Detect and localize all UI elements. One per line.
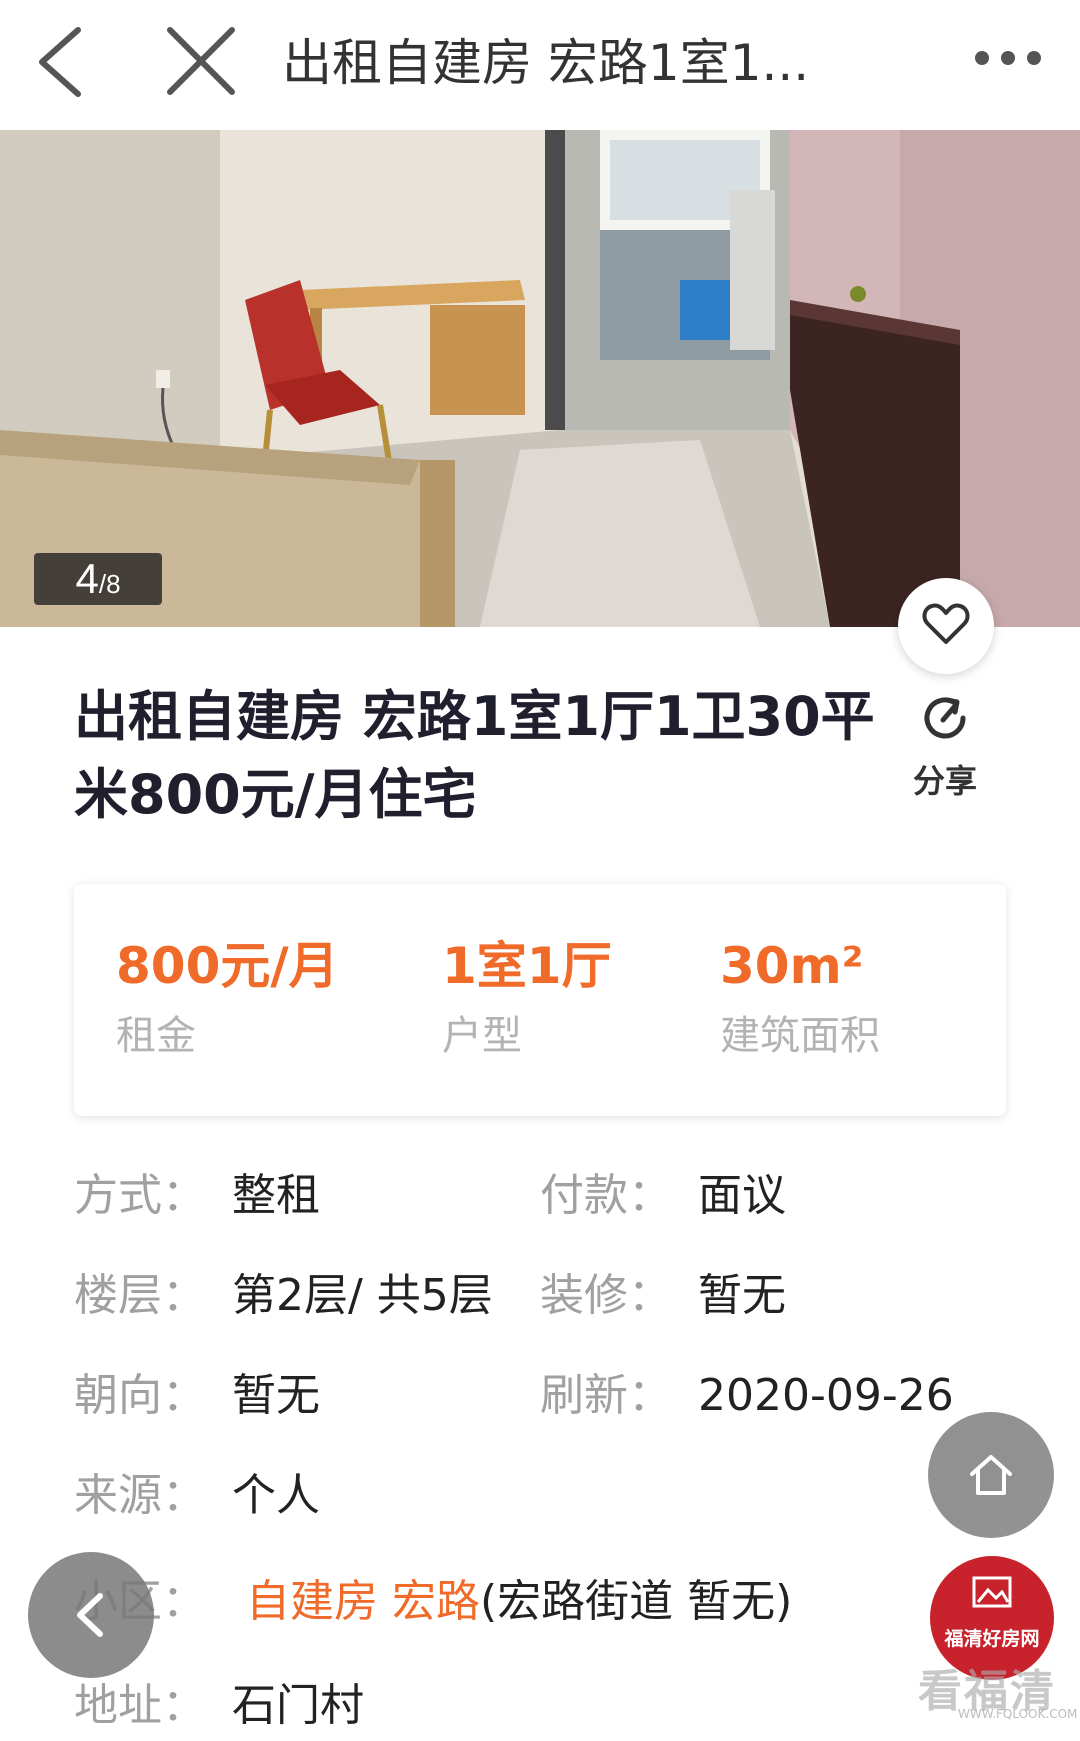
close-icon[interactable] [160, 22, 240, 102]
detail-floor: 楼层： 第2层/ 共5层 [74, 1266, 493, 1326]
stat-area-label: 建筑面积 [720, 1013, 880, 1059]
stat-layout: 1室1厅 户型 [442, 936, 612, 1064]
page-title: 出租自建房 宏路1室1... [282, 34, 810, 92]
detail-address-key: 地址： [74, 1680, 206, 1731]
heart-icon [922, 603, 970, 644]
detail-decoration-value: 暂无 [698, 1270, 786, 1321]
detail-address: 地址： 石门村 [74, 1676, 364, 1736]
share-icon [924, 697, 966, 739]
watermark-url: WWW.FQLOOK.COM [958, 1707, 1078, 1721]
detail-floor-value: 第2层/ 共5层 [232, 1270, 493, 1321]
detail-floor-key: 楼层： [74, 1270, 206, 1321]
share-button[interactable]: 分享 [900, 690, 990, 800]
picture-icon [972, 1576, 1012, 1608]
watermark-seal-text: 福清好房网 [944, 1628, 1040, 1650]
detail-orientation: 朝向： 暂无 [74, 1366, 320, 1426]
detail-refresh-value: 2020-09-26 [698, 1370, 954, 1421]
photo-counter-total: 8 [106, 569, 121, 599]
stat-rent: 800元/月 租金 [116, 936, 339, 1064]
detail-orientation-value: 暂无 [232, 1370, 320, 1421]
detail-payment-key: 付款： [540, 1170, 672, 1221]
detail-source-key: 来源： [74, 1470, 206, 1521]
favorite-button[interactable] [898, 578, 994, 674]
stat-rent-value: 800元/月 [116, 937, 339, 995]
photo-counter-current: 4 [75, 555, 99, 602]
chevron-left-icon [77, 1593, 103, 1637]
detail-refresh: 刷新： 2020-09-26 [540, 1366, 954, 1426]
detail-decoration-key: 装修： [540, 1270, 672, 1321]
stat-area-value: 30m² [720, 937, 864, 995]
room-photo-illustration [0, 130, 1080, 627]
photo-counter-separator: / [98, 569, 107, 599]
more-dots-icon[interactable] [970, 30, 1050, 90]
home-icon [970, 1455, 1012, 1495]
detail-mode-value: 整租 [232, 1170, 320, 1221]
detail-source-value: 个人 [232, 1470, 320, 1521]
detail-mode-key: 方式： [74, 1170, 206, 1221]
stat-layout-value: 1室1厅 [442, 937, 612, 995]
listing-title: 出租自建房 宏路1室1厅1卫30平米800元/月住宅 [74, 685, 875, 826]
detail-refresh-key: 刷新： [540, 1370, 672, 1421]
photo-counter: 4/8 [34, 553, 162, 605]
stat-layout-label: 户型 [442, 1013, 522, 1059]
detail-community: 小区：自建房 宏路(宏路街道 暂无) [74, 1572, 792, 1632]
home-button[interactable] [928, 1412, 1054, 1538]
key-stats-card: 800元/月 租金 1室1厅 户型 30m² 建筑面积 [74, 884, 1006, 1116]
top-bar: 出租自建房 宏路1室1... [0, 0, 1080, 130]
detail-source: 来源： 个人 [74, 1466, 320, 1526]
detail-orientation-key: 朝向： [74, 1370, 206, 1421]
previous-button[interactable] [28, 1552, 154, 1678]
detail-address-value: 石门村 [232, 1680, 364, 1731]
detail-mode: 方式： 整租 [74, 1166, 320, 1226]
stat-rent-label: 租金 [116, 1013, 196, 1059]
detail-payment-value: 面议 [698, 1170, 786, 1221]
share-label: 分享 [912, 762, 977, 800]
community-link[interactable]: 自建房 宏路 [246, 1576, 480, 1627]
detail-decoration: 装修： 暂无 [540, 1266, 786, 1326]
detail-community-value: (宏路街道 暂无) [480, 1576, 793, 1627]
detail-payment: 付款： 面议 [540, 1166, 786, 1226]
chevron-left-icon[interactable] [30, 22, 110, 102]
stat-area: 30m² 建筑面积 [720, 936, 880, 1064]
listing-photo[interactable] [0, 130, 1080, 627]
